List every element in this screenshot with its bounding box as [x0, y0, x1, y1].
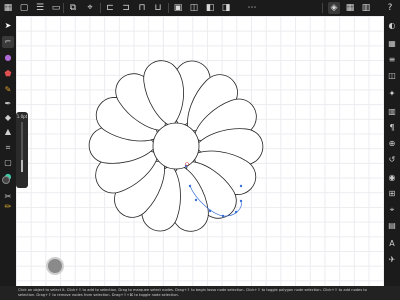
persona-export-icon[interactable]: ▥ [360, 2, 372, 14]
brush-tool-icon[interactable]: ⬟ [2, 68, 14, 80]
flower-center[interactable] [152, 122, 200, 170]
node-tool-icon[interactable]: ⌐ [2, 36, 14, 48]
crop-tool-icon[interactable]: ⌗ [2, 142, 14, 154]
effects-icon[interactable]: ✦ [386, 88, 398, 100]
slider-value-label: 1.0pt [16, 114, 28, 119]
tools-panel: ➤ ⌐ ● ⬟ ✎ ✒ ◆ ▲ ⌗ ▢ ● ✂ ✏ [0, 16, 16, 286]
assets-icon[interactable]: ▤ [386, 220, 398, 232]
navigator-icon[interactable]: ◉ [386, 172, 398, 184]
undo-history-icon[interactable]: ▭ [50, 2, 62, 14]
modifier-button[interactable] [46, 257, 64, 275]
shape-tool-icon[interactable]: ▢ [2, 157, 14, 169]
constraints-icon[interactable]: ⊞ [386, 188, 398, 200]
stroke-icon[interactable]: ≡ [386, 54, 398, 66]
align-right-icon[interactable]: ⊓ [136, 2, 148, 14]
transform-icon[interactable]: ⧉ [67, 2, 79, 14]
color-picker-icon[interactable]: ● [2, 52, 14, 64]
selection-node[interactable] [239, 184, 243, 188]
move-tool-icon[interactable]: ➤ [2, 20, 14, 32]
boolean-intersect-icon[interactable]: ◧ [204, 2, 216, 14]
flower-drawing[interactable] [16, 16, 384, 286]
arrange-icon[interactable]: ◨ [220, 2, 232, 14]
swatches-icon[interactable]: ▦ [386, 38, 398, 50]
distribute-icon[interactable]: ⊔ [152, 2, 164, 14]
toolbar-separator [100, 3, 101, 13]
pencil-tool-icon[interactable]: ✎ [2, 84, 14, 96]
top-toolbar: ▦ ▢ ☰ ▭ ⧉ ⌖ ⊏ ⊐ ⊓ ⊔ ▣ ◫ ◧ ◨ ⋯ ◈ ▦ ▥ ? [0, 0, 400, 16]
persona-pixel-icon[interactable]: ▦ [344, 2, 356, 14]
slider-collapse-handle[interactable] [2, 176, 10, 184]
boolean-subtract-icon[interactable]: ◫ [188, 2, 200, 14]
toolbar-separator [322, 3, 323, 13]
stroke-width-slider[interactable]: 1.0pt [16, 112, 28, 188]
layers-icon[interactable]: ◫ [386, 70, 398, 82]
pen-tool-icon[interactable]: ✒ [2, 98, 14, 110]
snapping-icon[interactable]: ⌖ [386, 204, 398, 216]
help-icon[interactable]: ? [384, 2, 396, 14]
snap-icon[interactable]: ⌖ [84, 2, 96, 14]
more-icon[interactable]: ⋯ [246, 2, 258, 14]
selection-node[interactable] [194, 198, 198, 202]
color-panel-icon[interactable]: ◐ [386, 20, 398, 32]
menu-icon[interactable]: ☰ [34, 2, 46, 14]
toolbar-separator [168, 3, 169, 13]
studio-panel: ◐ ▦ ≡ ◫ ✦ ▥ ¶ ⊕ ↺ ◉ ⊞ ⌖ ▤ A ✈ [384, 16, 400, 286]
eraser-tool-icon[interactable]: ▲ [2, 126, 14, 138]
styles-icon[interactable]: ▥ [386, 106, 398, 118]
align-left-icon[interactable]: ⊏ [104, 2, 116, 14]
boolean-add-icon[interactable]: ▣ [172, 2, 184, 14]
grid-menu-icon[interactable]: ▦ [2, 2, 14, 14]
toolbar-separator [63, 3, 64, 13]
persona-designer-icon[interactable]: ◈ [328, 2, 340, 14]
document-icon[interactable]: ▢ [18, 2, 30, 14]
align-center-icon[interactable]: ⊐ [120, 2, 132, 14]
zoom-tool-icon[interactable]: ✏ [2, 201, 14, 213]
history-icon[interactable]: ↺ [386, 154, 398, 166]
paragraph-icon[interactable]: ✈ [386, 254, 398, 266]
slider-fill [21, 159, 23, 172]
context-help-bar: Click an object to select it. Click+⇧ to… [0, 286, 400, 300]
transform-panel-icon[interactable]: ⊕ [386, 138, 398, 150]
text-styles-icon[interactable]: ¶ [386, 122, 398, 134]
slider-track[interactable] [21, 122, 23, 172]
fill-tool-icon[interactable]: ◆ [2, 112, 14, 124]
character-icon[interactable]: A [386, 238, 398, 250]
